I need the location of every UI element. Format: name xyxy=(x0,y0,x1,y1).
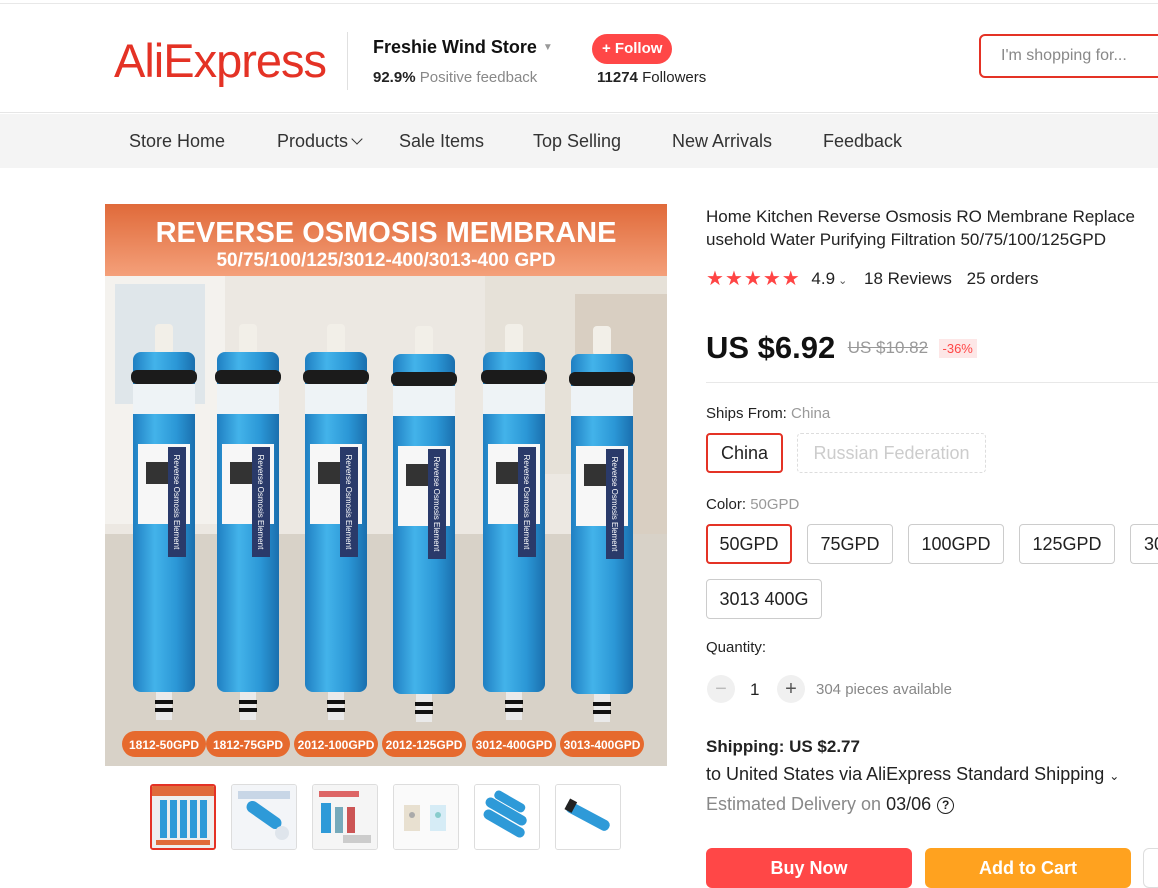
tube-tag-label: 1812-75GPD xyxy=(213,738,283,752)
reviews-link[interactable]: 18 Reviews xyxy=(864,269,952,288)
color-option-100gpd[interactable]: 100GPD xyxy=(908,524,1004,564)
star-icon: ★ xyxy=(706,268,725,290)
tube-tag-label: 3012-400GPD xyxy=(476,738,553,752)
tube-tag-label: 2012-100GPD xyxy=(298,738,375,752)
chevron-down-icon[interactable]: ⌄ xyxy=(838,275,847,287)
star-icon: ★ xyxy=(743,268,763,290)
delivery-date: 03/06 xyxy=(886,794,932,814)
followers-count: 11274 Followers xyxy=(597,69,706,86)
discount-badge: -36% xyxy=(938,338,977,358)
color-option-3013-400g[interactable]: 3013 400G xyxy=(706,579,822,619)
product-title: Home Kitchen Reverse Osmosis RO Membrane… xyxy=(706,207,1135,249)
ships-from-label: Ships From: China xyxy=(706,405,830,422)
price-line: US $6.92 US $10.82 -36% xyxy=(706,330,977,366)
stock-available: 304 pieces available xyxy=(816,681,952,698)
thumbnail-image xyxy=(475,785,539,849)
thumbnail-4[interactable] xyxy=(393,784,459,850)
feedback-label: Positive feedback xyxy=(419,69,538,86)
tube-label: Reverse Osmosis Element xyxy=(610,457,619,552)
thumbnail-2[interactable] xyxy=(231,784,297,850)
price-divider xyxy=(706,382,1158,383)
feedback-percent: 92.9% xyxy=(373,69,416,86)
thumbnail-image xyxy=(313,785,377,849)
nav-products-label[interactable]: Products xyxy=(277,131,348,151)
followers-number: 11274 xyxy=(597,69,638,86)
quantity-decrease-button[interactable]: − xyxy=(707,675,735,703)
banner-title: REVERSE OSMOSIS MEMBRANE xyxy=(156,217,617,249)
tube-label: Reverse Osmosis Element xyxy=(522,455,531,550)
thumbnail-image xyxy=(152,786,214,848)
tube-tag-label: 2012-125GPD xyxy=(386,738,463,752)
store-name-label[interactable]: Freshie Wind Store xyxy=(373,37,537,57)
quantity-increase-button[interactable]: + xyxy=(777,675,805,703)
follow-button[interactable]: + Follow xyxy=(592,34,673,64)
nav-feedback[interactable]: Feedback xyxy=(823,131,902,152)
thumbnail-1[interactable] xyxy=(150,784,216,850)
color-label: Color: 50GPD xyxy=(706,496,799,513)
thumbnail-3[interactable] xyxy=(312,784,378,850)
ships-from-option-russia[interactable]: Russian Federation xyxy=(797,433,986,473)
shipping-method[interactable]: to United States via AliExpress Standard… xyxy=(706,764,1119,785)
thumbnail-image xyxy=(556,785,620,849)
ships-from-value: China xyxy=(791,405,831,422)
add-to-cart-button[interactable]: Add to Cart xyxy=(925,848,1131,888)
nav-new-arrivals[interactable]: New Arrivals xyxy=(672,131,772,152)
buy-now-button[interactable]: Buy Now xyxy=(706,848,912,888)
ships-from-option-china[interactable]: China xyxy=(706,433,783,473)
current-price: US $6.92 xyxy=(706,330,836,365)
tube-label: Reverse Osmosis Element xyxy=(172,455,181,550)
nav-sale-items[interactable]: Sale Items xyxy=(399,131,484,152)
nav-store-home[interactable]: Store Home xyxy=(129,131,225,152)
rating-value[interactable]: 4.9 xyxy=(811,269,835,288)
color-option-50gpd[interactable]: 50GPD xyxy=(706,524,792,564)
shipping-cost: Shipping: US $2.77 xyxy=(706,737,860,757)
caret-down-icon[interactable]: ▼ xyxy=(543,42,553,53)
store-name[interactable]: Freshie Wind Store ▼ xyxy=(373,37,553,58)
thumbnail-image xyxy=(394,785,458,849)
aliexpress-logo[interactable]: AliExpress xyxy=(114,33,327,88)
rating-row: ★★★★★ 4.9 ⌄ 18 Reviews 25 orders xyxy=(706,266,1038,291)
nav-top-selling[interactable]: Top Selling xyxy=(533,131,621,152)
color-value: 50GPD xyxy=(750,496,800,513)
nav-products[interactable]: Products xyxy=(277,131,363,152)
tube-label: Reverse Osmosis Element xyxy=(344,455,353,550)
tube-label: Reverse Osmosis Element xyxy=(256,455,265,550)
top-strip xyxy=(0,0,1158,4)
thumbnail-5[interactable] xyxy=(474,784,540,850)
shipping-cost-label: Shipping: US $2.77 xyxy=(706,737,860,756)
star-icon: ★ xyxy=(724,268,744,290)
quantity-value[interactable]: 1 xyxy=(750,680,759,700)
tube-tag-label: 1812-50GPD xyxy=(129,738,199,752)
search-input[interactable]: I'm shopping for... xyxy=(979,34,1158,78)
store-feedback: 92.9% Positive feedback xyxy=(373,69,537,86)
color-option-30[interactable]: 30 xyxy=(1130,524,1158,564)
delivery-label: Estimated Delivery on xyxy=(706,794,882,814)
shipping-method-label[interactable]: to United States via AliExpress Standard… xyxy=(706,764,1104,784)
store-nav: Store Home Products Sale Items Top Selli… xyxy=(0,114,1158,168)
quantity-label: Quantity: xyxy=(706,639,767,656)
star-icon: ★ xyxy=(762,268,782,290)
thumbnail-6[interactable] xyxy=(555,784,621,850)
help-icon[interactable]: ? xyxy=(937,797,955,814)
chevron-down-icon[interactable] xyxy=(351,133,363,145)
banner-subtitle: 50/75/100/125/3012-400/3013-400 GPD xyxy=(216,250,555,271)
tube-tag-label: 3013-400GPD xyxy=(564,738,641,752)
followers-label: Followers xyxy=(642,69,707,86)
color-option-75gpd[interactable]: 75GPD xyxy=(807,524,893,564)
color-title: Color: xyxy=(706,496,747,513)
header-divider xyxy=(347,32,348,90)
thumbnail-image xyxy=(232,785,296,849)
wishlist-button[interactable] xyxy=(1143,848,1158,888)
membrane-illustration: REVERSE OSMOSIS MEMBRANE 50/75/100/125/3… xyxy=(105,204,667,766)
orders-count: 25 orders xyxy=(966,269,1039,288)
store-header: AliExpress Freshie Wind Store ▼ 92.9% Pos… xyxy=(0,5,1158,113)
chevron-down-icon[interactable]: ⌄ xyxy=(1109,769,1119,783)
color-option-125gpd[interactable]: 125GPD xyxy=(1019,524,1115,564)
ships-from-title: Ships From: xyxy=(706,405,787,422)
original-price: US $10.82 xyxy=(847,338,929,357)
product-main-image[interactable]: REVERSE OSMOSIS MEMBRANE 50/75/100/125/3… xyxy=(105,204,667,766)
tube-label: Reverse Osmosis Element xyxy=(432,457,441,552)
estimated-delivery: Estimated Delivery on 03/06? xyxy=(706,794,955,815)
star-icon: ★ xyxy=(781,268,801,290)
